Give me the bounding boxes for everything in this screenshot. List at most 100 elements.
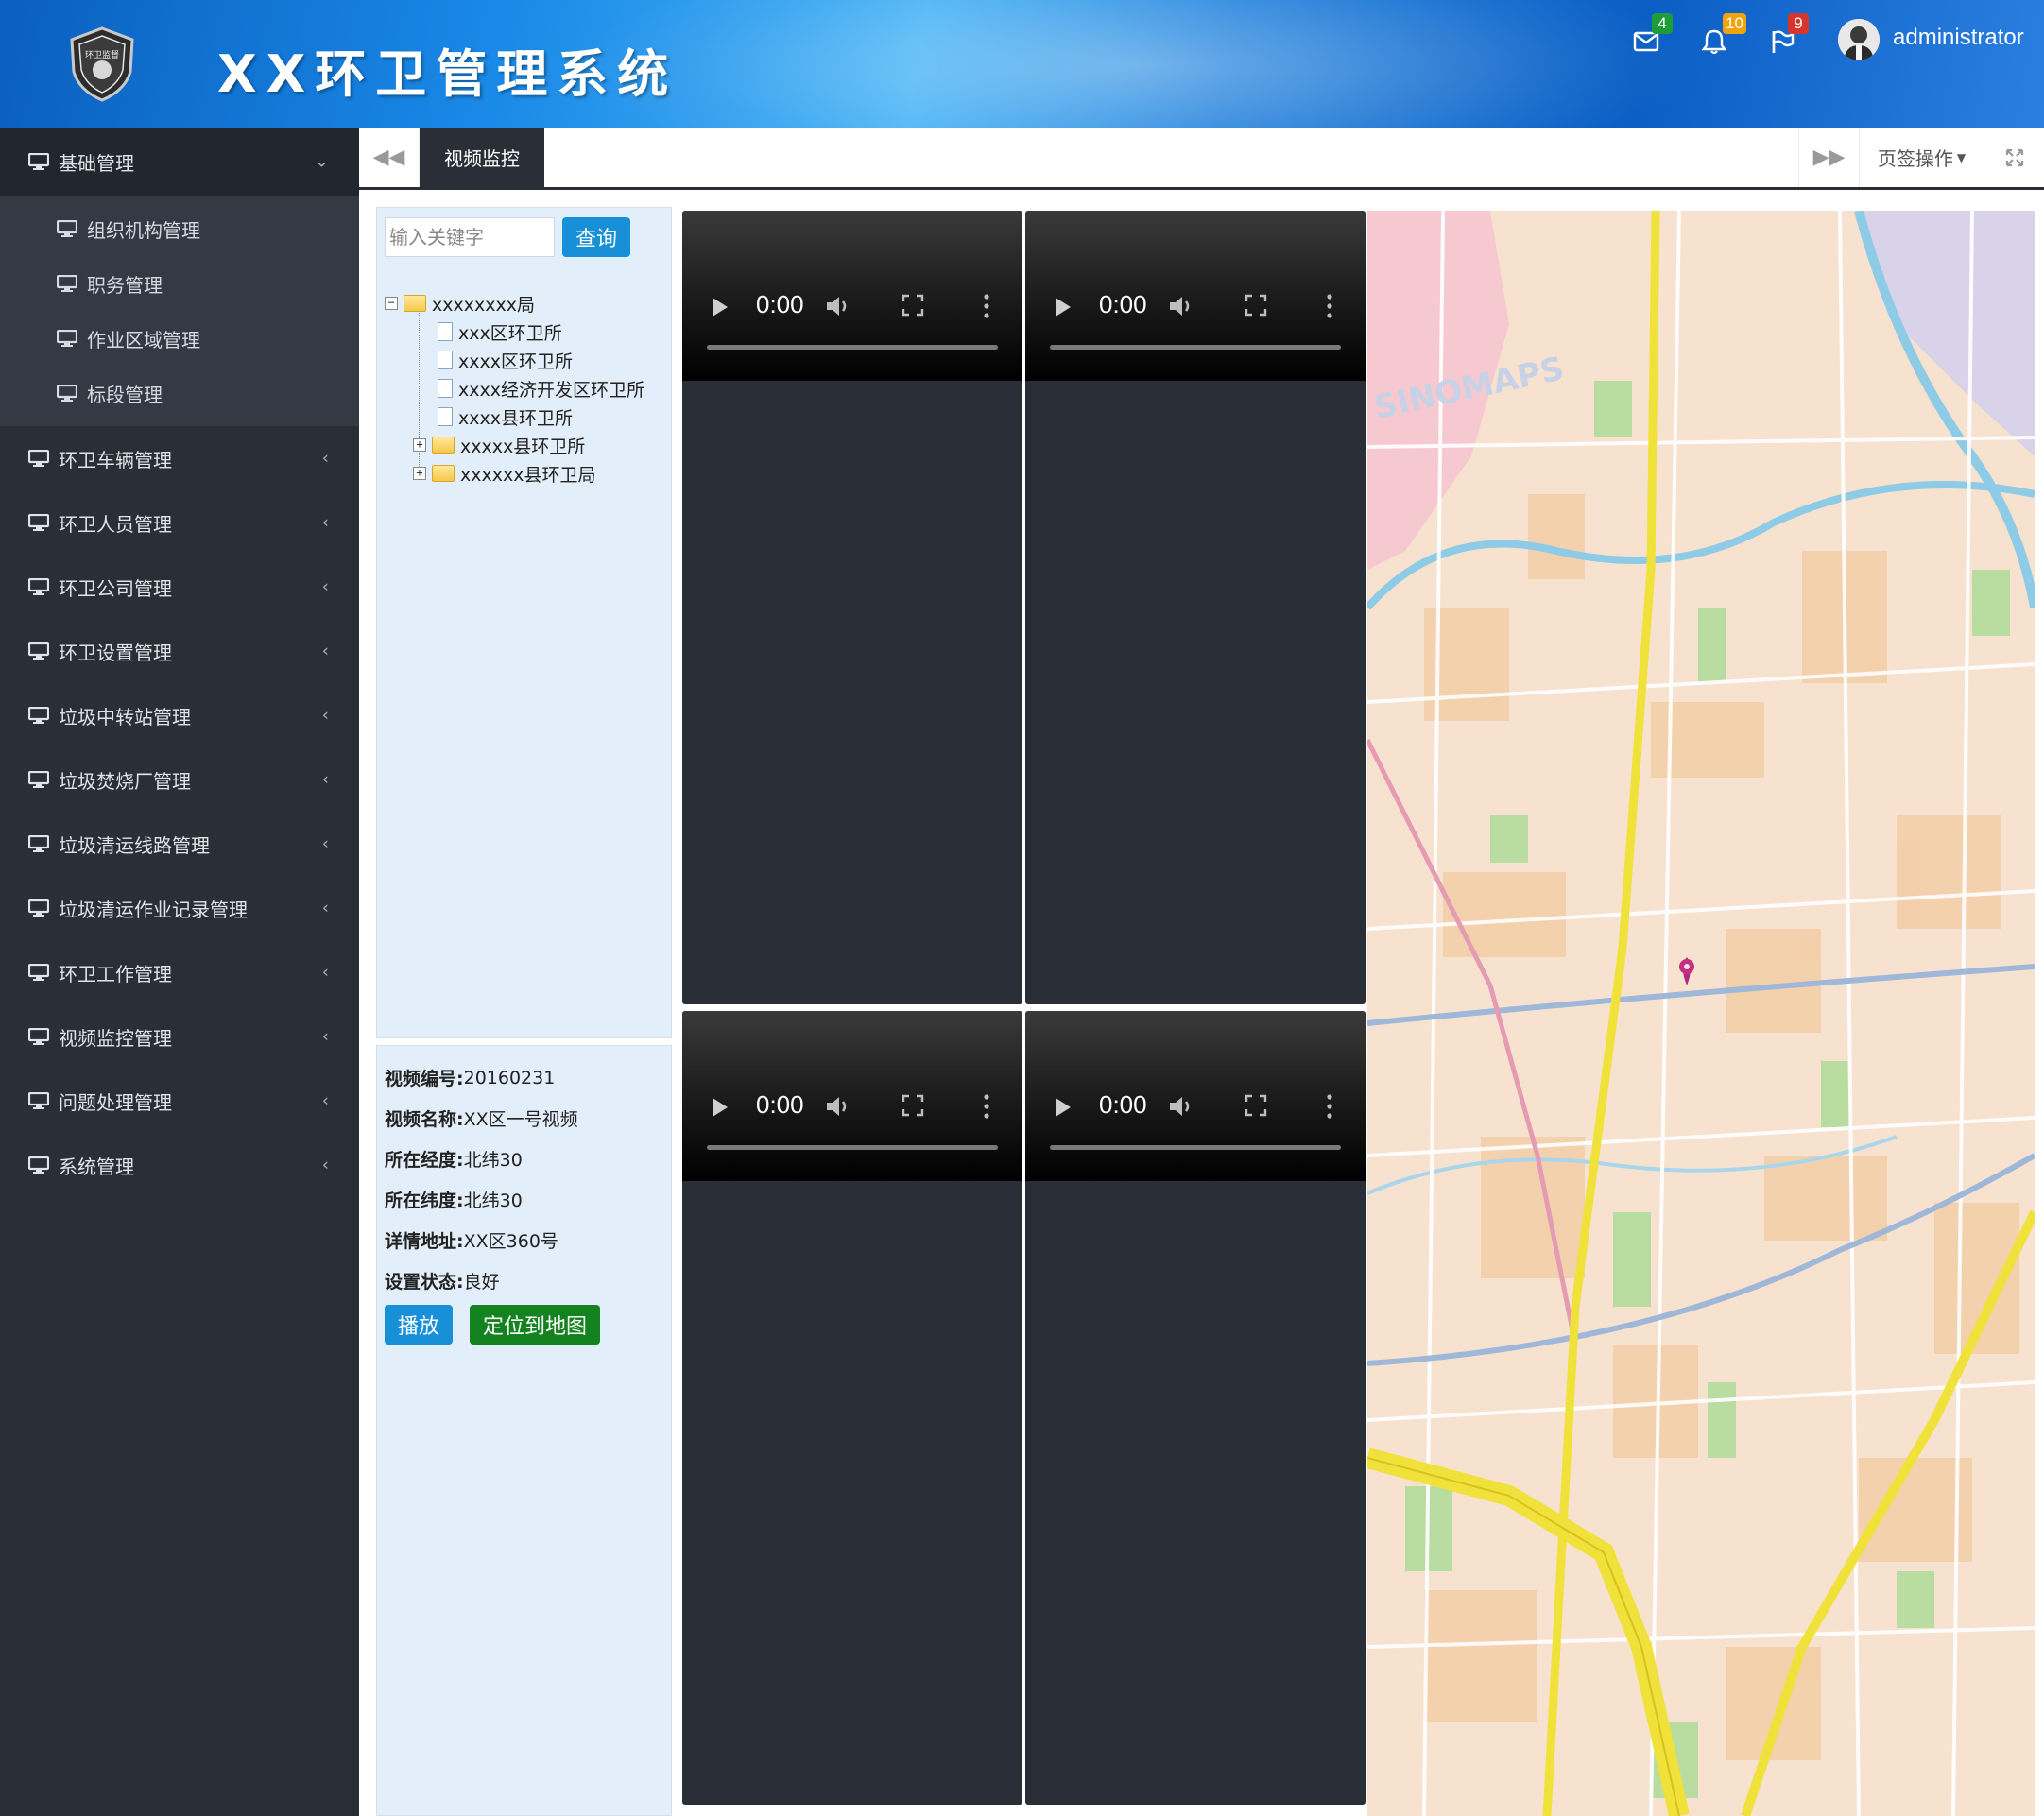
tree-node[interactable]: xxxx区环卫所 bbox=[385, 346, 644, 374]
expand-toggle-icon[interactable]: + bbox=[413, 438, 426, 452]
query-button[interactable]: 查询 bbox=[562, 217, 630, 257]
more-vertical-icon[interactable] bbox=[1326, 292, 1333, 320]
video-info-panel: 视频编号: 20160231 视频名称: XX区一号视频 所在经度: 北纬30 … bbox=[376, 1045, 672, 1816]
video-controls: 0:00 bbox=[682, 1011, 1022, 1181]
city-map[interactable]: SINOMAPS bbox=[1367, 211, 2035, 1816]
info-status: 设置状态: 良好 bbox=[385, 1260, 663, 1301]
sidebar-item-vehicle[interactable]: 环卫车辆管理 ‹ bbox=[0, 426, 359, 490]
video-time: 0:00 bbox=[756, 1090, 804, 1119]
fullscreen-icon[interactable] bbox=[902, 294, 924, 317]
mail-button[interactable]: 4 bbox=[1625, 13, 1673, 62]
notification-button[interactable]: 10 bbox=[1693, 13, 1746, 62]
tab-scroll-right-button[interactable]: ▶▶ bbox=[1798, 128, 1859, 187]
monitor-icon bbox=[28, 153, 49, 170]
sidebar-subitem-label: 标段管理 bbox=[87, 383, 163, 406]
collapse-toggle-icon[interactable]: − bbox=[385, 297, 398, 310]
tree-node-root[interactable]: − xxxxxxxx局 bbox=[385, 289, 644, 317]
play-button[interactable]: 播放 bbox=[385, 1305, 453, 1345]
fullscreen-icon[interactable] bbox=[902, 1094, 924, 1117]
video-controls: 0:00 bbox=[1025, 211, 1366, 381]
monitor-icon bbox=[57, 330, 77, 347]
video-player-3[interactable]: 0:00 bbox=[682, 1011, 1022, 1805]
avatar[interactable] bbox=[1838, 19, 1880, 60]
header-decoration bbox=[567, 0, 1701, 128]
locate-on-map-button[interactable]: 定位到地图 bbox=[470, 1305, 600, 1345]
play-icon[interactable] bbox=[713, 1098, 728, 1117]
play-icon[interactable] bbox=[713, 298, 728, 317]
sidebar-item-facility[interactable]: 环卫设置管理 ‹ bbox=[0, 619, 359, 683]
map-canvas[interactable]: SINOMAPS bbox=[1367, 211, 2035, 1816]
chevron-left-icon: ‹ bbox=[321, 705, 329, 726]
org-tree-panel: 查询 − xxxxxxxx局 xxx区环卫所 xxxx区环卫所 xxxx经济开发… bbox=[376, 207, 672, 1038]
sidebar-item-route[interactable]: 垃圾清运线路管理 ‹ bbox=[0, 812, 359, 876]
video-player-4[interactable]: 0:00 bbox=[1025, 1011, 1366, 1805]
more-vertical-icon[interactable] bbox=[983, 292, 990, 320]
volume-icon[interactable] bbox=[824, 1092, 852, 1121]
info-video-no: 视频编号: 20160231 bbox=[385, 1057, 663, 1098]
fullscreen-icon[interactable] bbox=[1245, 294, 1267, 317]
monitor-icon bbox=[28, 707, 49, 724]
tab-ops-dropdown[interactable]: 页签操作 ▼ bbox=[1859, 128, 1984, 187]
fullscreen-button[interactable] bbox=[1984, 128, 2044, 187]
sidebar-item-label: 环卫车辆管理 bbox=[59, 448, 172, 471]
sidebar-item-record[interactable]: 垃圾清运作业记录管理 ‹ bbox=[0, 876, 359, 940]
sidebar-item-company[interactable]: 环卫公司管理 ‹ bbox=[0, 555, 359, 619]
sidebar-item-issue[interactable]: 问题处理管理 ‹ bbox=[0, 1069, 359, 1133]
tree-node[interactable]: + xxxxx县环卫所 bbox=[385, 431, 644, 459]
info-longitude: 所在经度: 北纬30 bbox=[385, 1139, 663, 1179]
tree-node[interactable]: xxxx经济开发区环卫所 bbox=[385, 374, 644, 403]
tree-node-label: xxxxxxxx局 bbox=[432, 294, 535, 316]
tasks-button[interactable]: 9 bbox=[1761, 13, 1809, 62]
video-progress-bar[interactable] bbox=[707, 1145, 998, 1150]
sidebar-item-staff[interactable]: 环卫人员管理 ‹ bbox=[0, 490, 359, 555]
tree-node-label: xxx区环卫所 bbox=[458, 322, 562, 344]
sidebar-item-basic[interactable]: 基础管理 ⌄ bbox=[0, 128, 359, 196]
video-progress-bar[interactable] bbox=[1050, 1145, 1341, 1150]
search-input[interactable] bbox=[385, 217, 555, 257]
tab-scroll-left-button[interactable]: ◀◀ bbox=[359, 128, 420, 187]
more-vertical-icon[interactable] bbox=[1326, 1092, 1333, 1121]
chevron-left-icon: ‹ bbox=[321, 448, 329, 469]
sidebar-subitem-section[interactable]: 标段管理 bbox=[0, 366, 359, 420]
main-content: 查询 − xxxxxxxx局 xxx区环卫所 xxxx区环卫所 xxxx经济开发… bbox=[359, 190, 2044, 1816]
sidebar-item-work[interactable]: 环卫工作管理 ‹ bbox=[0, 940, 359, 1004]
sidebar-item-transfer-station[interactable]: 垃圾中转站管理 ‹ bbox=[0, 683, 359, 747]
info-label: 视频编号: bbox=[385, 1069, 464, 1089]
expand-toggle-icon[interactable]: + bbox=[413, 467, 426, 480]
sidebar-item-label: 垃圾中转站管理 bbox=[59, 705, 191, 728]
double-chevron-right-icon: ▶▶ bbox=[1812, 146, 1846, 169]
tab-video-monitor[interactable]: 视频监控 bbox=[420, 128, 544, 187]
volume-icon[interactable] bbox=[1167, 1092, 1195, 1121]
video-player-1[interactable]: 0:00 bbox=[682, 211, 1022, 1004]
play-icon[interactable] bbox=[1056, 298, 1071, 317]
fullscreen-icon[interactable] bbox=[1245, 1094, 1267, 1117]
tree-node[interactable]: xxx区环卫所 bbox=[385, 317, 644, 346]
info-value: 良好 bbox=[463, 1272, 500, 1293]
file-icon bbox=[438, 351, 453, 369]
submenu-basic: 组织机构管理 职务管理 作业区域管理 标段管理 bbox=[0, 196, 359, 426]
sidebar-item-system[interactable]: 系统管理 ‹ bbox=[0, 1133, 359, 1197]
sidebar-item-incinerator[interactable]: 垃圾焚烧厂管理 ‹ bbox=[0, 747, 359, 812]
chevron-left-icon: ‹ bbox=[321, 1026, 329, 1047]
flag-badge: 9 bbox=[1788, 13, 1809, 34]
volume-icon[interactable] bbox=[824, 292, 852, 320]
sidebar-subitem-area[interactable]: 作业区域管理 bbox=[0, 311, 359, 366]
sidebar-subitem-position[interactable]: 职务管理 bbox=[0, 256, 359, 311]
info-latitude: 所在纬度: 北纬30 bbox=[385, 1179, 663, 1220]
more-vertical-icon[interactable] bbox=[983, 1092, 990, 1121]
video-player-2[interactable]: 0:00 bbox=[1025, 211, 1366, 1004]
tree-node[interactable]: + xxxxxx县环卫局 bbox=[385, 459, 644, 488]
sidebar-item-video[interactable]: 视频监控管理 ‹ bbox=[0, 1004, 359, 1069]
sidebar-item-label: 问题处理管理 bbox=[59, 1090, 172, 1114]
chevron-down-icon: ⌄ bbox=[314, 151, 329, 172]
tree-node[interactable]: xxxx县环卫所 bbox=[385, 403, 644, 431]
video-progress-bar[interactable] bbox=[707, 345, 998, 350]
sidebar-subitem-org[interactable]: 组织机构管理 bbox=[0, 201, 359, 256]
file-icon bbox=[438, 407, 453, 426]
video-progress-bar[interactable] bbox=[1050, 345, 1341, 350]
sidebar-item-label: 垃圾清运线路管理 bbox=[59, 833, 210, 857]
tree-node-label: xxxxx县环卫所 bbox=[460, 436, 586, 457]
username[interactable]: administrator bbox=[1893, 25, 2024, 51]
play-icon[interactable] bbox=[1056, 1098, 1071, 1117]
volume-icon[interactable] bbox=[1167, 292, 1195, 320]
